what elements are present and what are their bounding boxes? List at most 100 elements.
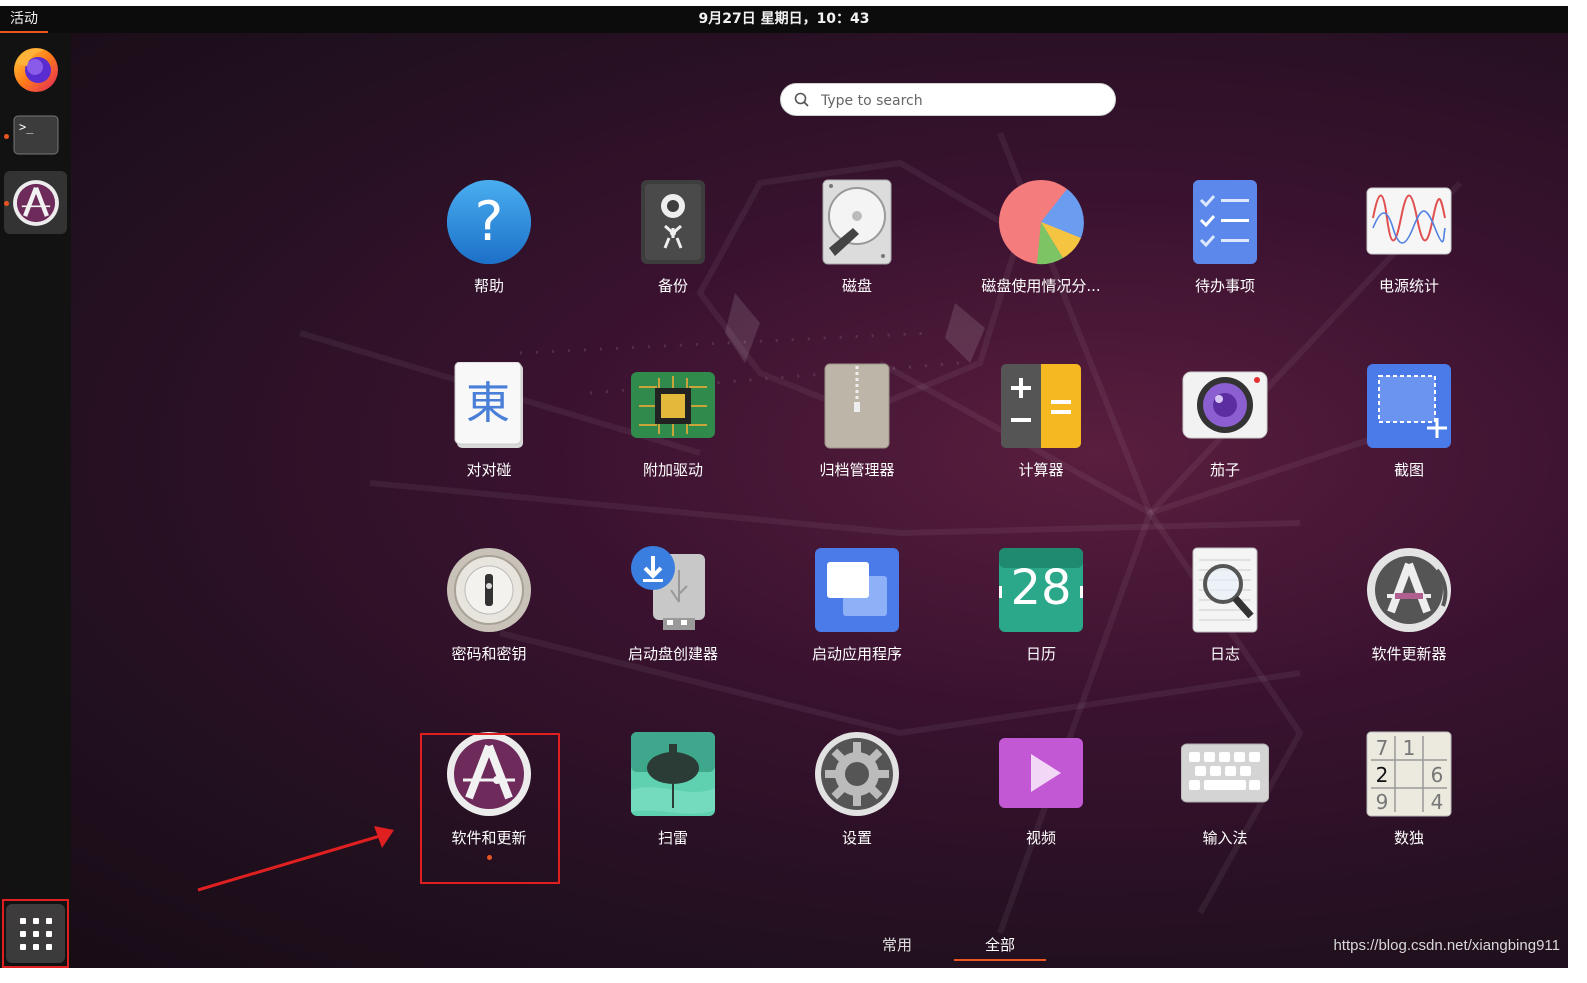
app-tile-logs[interactable]: 日志 <box>1133 546 1317 706</box>
startup-disk-creator-icon <box>631 546 705 630</box>
app-label: 计算器 <box>1018 461 1064 479</box>
app-tile-todo[interactable]: 待办事项 <box>1133 178 1317 338</box>
todo-icon <box>1193 180 1257 264</box>
app-tile-passwords-keys[interactable]: 密码和密钥 <box>397 546 581 706</box>
app-tile-calculator[interactable]: 计算器 <box>949 362 1133 522</box>
app-label: 归档管理器 <box>819 461 895 479</box>
tab-frequent[interactable]: 常用 <box>870 931 924 961</box>
app-tile-settings[interactable]: 设置 <box>765 730 949 890</box>
app-label: 电源统计 <box>1378 277 1439 295</box>
disk-usage-icon <box>999 180 1084 265</box>
software-updater-icon <box>12 179 59 226</box>
app-tile-screenshot[interactable]: 截图 <box>1317 362 1501 522</box>
app-grid-background: ? 帮助 备份 磁盘 <box>0 33 1568 968</box>
app-label: 备份 <box>657 277 688 295</box>
app-tile-startup-disk-creator[interactable]: 启动盘创建器 <box>581 546 765 706</box>
app-tile-calendar[interactable]: 日历 28 <box>949 546 1133 706</box>
mahjongg-icon: 東 <box>454 362 523 448</box>
app-tile-cheese[interactable]: 茄子 <box>1133 362 1317 522</box>
app-label: 扫雷 <box>657 829 688 847</box>
dock: >_ <box>0 33 71 968</box>
sudoku-digit: 9 <box>1376 790 1389 814</box>
svg-text:?: ? <box>475 190 504 253</box>
app-tile-mines[interactable]: 扫雷 <box>581 730 765 890</box>
top-bar: 活动 9月27日 星期日，10：43 <box>0 6 1568 33</box>
running-indicator <box>4 201 9 206</box>
annotation-highlight-box <box>420 733 560 884</box>
archive-manager-icon <box>824 363 890 449</box>
app-tile-disks[interactable]: 磁盘 <box>765 178 949 338</box>
sudoku-digit: 2 <box>1376 763 1389 787</box>
input-method-icon <box>1181 743 1269 803</box>
running-indicator <box>4 134 9 139</box>
search-icon <box>794 92 809 107</box>
tab-all[interactable]: 全部 <box>954 931 1046 961</box>
app-tile-power-statistics[interactable]: 电源统计 <box>1317 178 1501 338</box>
app-label: 磁盘 <box>841 277 872 295</box>
app-tile-mahjongg[interactable]: 東 对对碰 <box>397 362 581 522</box>
show-applications-button[interactable] <box>2 899 69 968</box>
sudoku-digit: 1 <box>1403 736 1416 760</box>
calculator-icon <box>1001 364 1081 448</box>
app-label: 启动盘创建器 <box>627 645 718 663</box>
app-tile-archive-manager[interactable]: 归档管理器 <box>765 362 949 522</box>
calendar-day-number: 28 <box>1010 560 1072 616</box>
app-tile-backup[interactable]: 备份 <box>581 178 765 338</box>
videos-icon <box>999 738 1083 808</box>
svg-text:東: 東 <box>466 378 510 429</box>
desktop-screen: ? 帮助 备份 磁盘 <box>0 6 1568 968</box>
app-label: 帮助 <box>473 277 504 295</box>
app-label: 软件更新器 <box>1371 645 1447 663</box>
app-label: 待办事项 <box>1194 277 1255 295</box>
logs-icon <box>1192 547 1258 633</box>
dock-item-software-updater[interactable] <box>4 171 67 234</box>
app-tile-help[interactable]: ? 帮助 <box>397 178 581 338</box>
terminal-icon: >_ <box>13 115 58 154</box>
search-box[interactable] <box>780 83 1116 116</box>
screenshot-icon <box>1367 364 1451 448</box>
app-label: 密码和密钥 <box>451 645 527 663</box>
app-tile-input-method[interactable]: 输入法 <box>1133 730 1317 890</box>
cheese-icon <box>1182 371 1268 439</box>
firefox-icon <box>13 47 58 92</box>
app-tile-additional-drivers[interactable]: 附加驱动 <box>581 362 765 522</box>
svg-text:>_: >_ <box>19 120 34 134</box>
watermark-text: https://blog.csdn.net/xiangbing911 <box>1333 937 1560 954</box>
app-tile-disk-usage[interactable]: 磁盘使用情况分... <box>949 178 1133 338</box>
app-tile-videos[interactable]: 视频 <box>949 730 1133 890</box>
settings-icon <box>815 732 899 816</box>
app-tile-startup-applications[interactable]: 启动应用程序 <box>765 546 949 706</box>
app-tile-sudoku[interactable]: 7 1 2 6 9 4 数独 <box>1317 730 1501 890</box>
annotation-arrow-icon <box>197 826 394 892</box>
app-label: 附加驱动 <box>642 461 703 479</box>
app-label: 输入法 <box>1202 829 1248 847</box>
grid-icon <box>6 904 65 963</box>
app-label: 数独 <box>1393 829 1424 847</box>
dock-item-terminal[interactable]: >_ <box>4 103 67 166</box>
app-label: 截图 <box>1393 461 1424 479</box>
backup-icon <box>641 180 705 264</box>
sudoku-digit: 6 <box>1431 763 1444 787</box>
app-label: 设置 <box>841 829 872 847</box>
sudoku-digit: 4 <box>1431 790 1444 814</box>
app-label: 启动应用程序 <box>811 645 902 663</box>
app-view-tabs: 常用 全部 <box>850 931 1070 961</box>
sudoku-icon: 7 1 2 6 9 4 <box>1366 731 1452 817</box>
app-label: 日历 <box>1025 645 1056 663</box>
clock[interactable]: 9月27日 星期日，10：43 <box>0 6 1568 33</box>
help-icon: ? <box>447 180 531 264</box>
mines-icon <box>631 732 715 816</box>
software-updater-icon <box>1367 548 1451 632</box>
app-label: 磁盘使用情况分... <box>981 277 1101 295</box>
startup-applications-icon <box>815 548 899 632</box>
search-input[interactable] <box>821 90 1101 111</box>
app-label: 日志 <box>1209 645 1240 663</box>
power-statistics-icon <box>1366 187 1452 255</box>
passwords-keys-icon <box>447 548 531 632</box>
app-label: 视频 <box>1025 829 1056 847</box>
sudoku-digit: 7 <box>1376 736 1389 760</box>
app-label: 茄子 <box>1209 461 1240 479</box>
app-label: 对对碰 <box>466 461 512 479</box>
dock-item-firefox[interactable] <box>4 37 67 100</box>
app-tile-software-updater[interactable]: 软件更新器 <box>1317 546 1501 706</box>
